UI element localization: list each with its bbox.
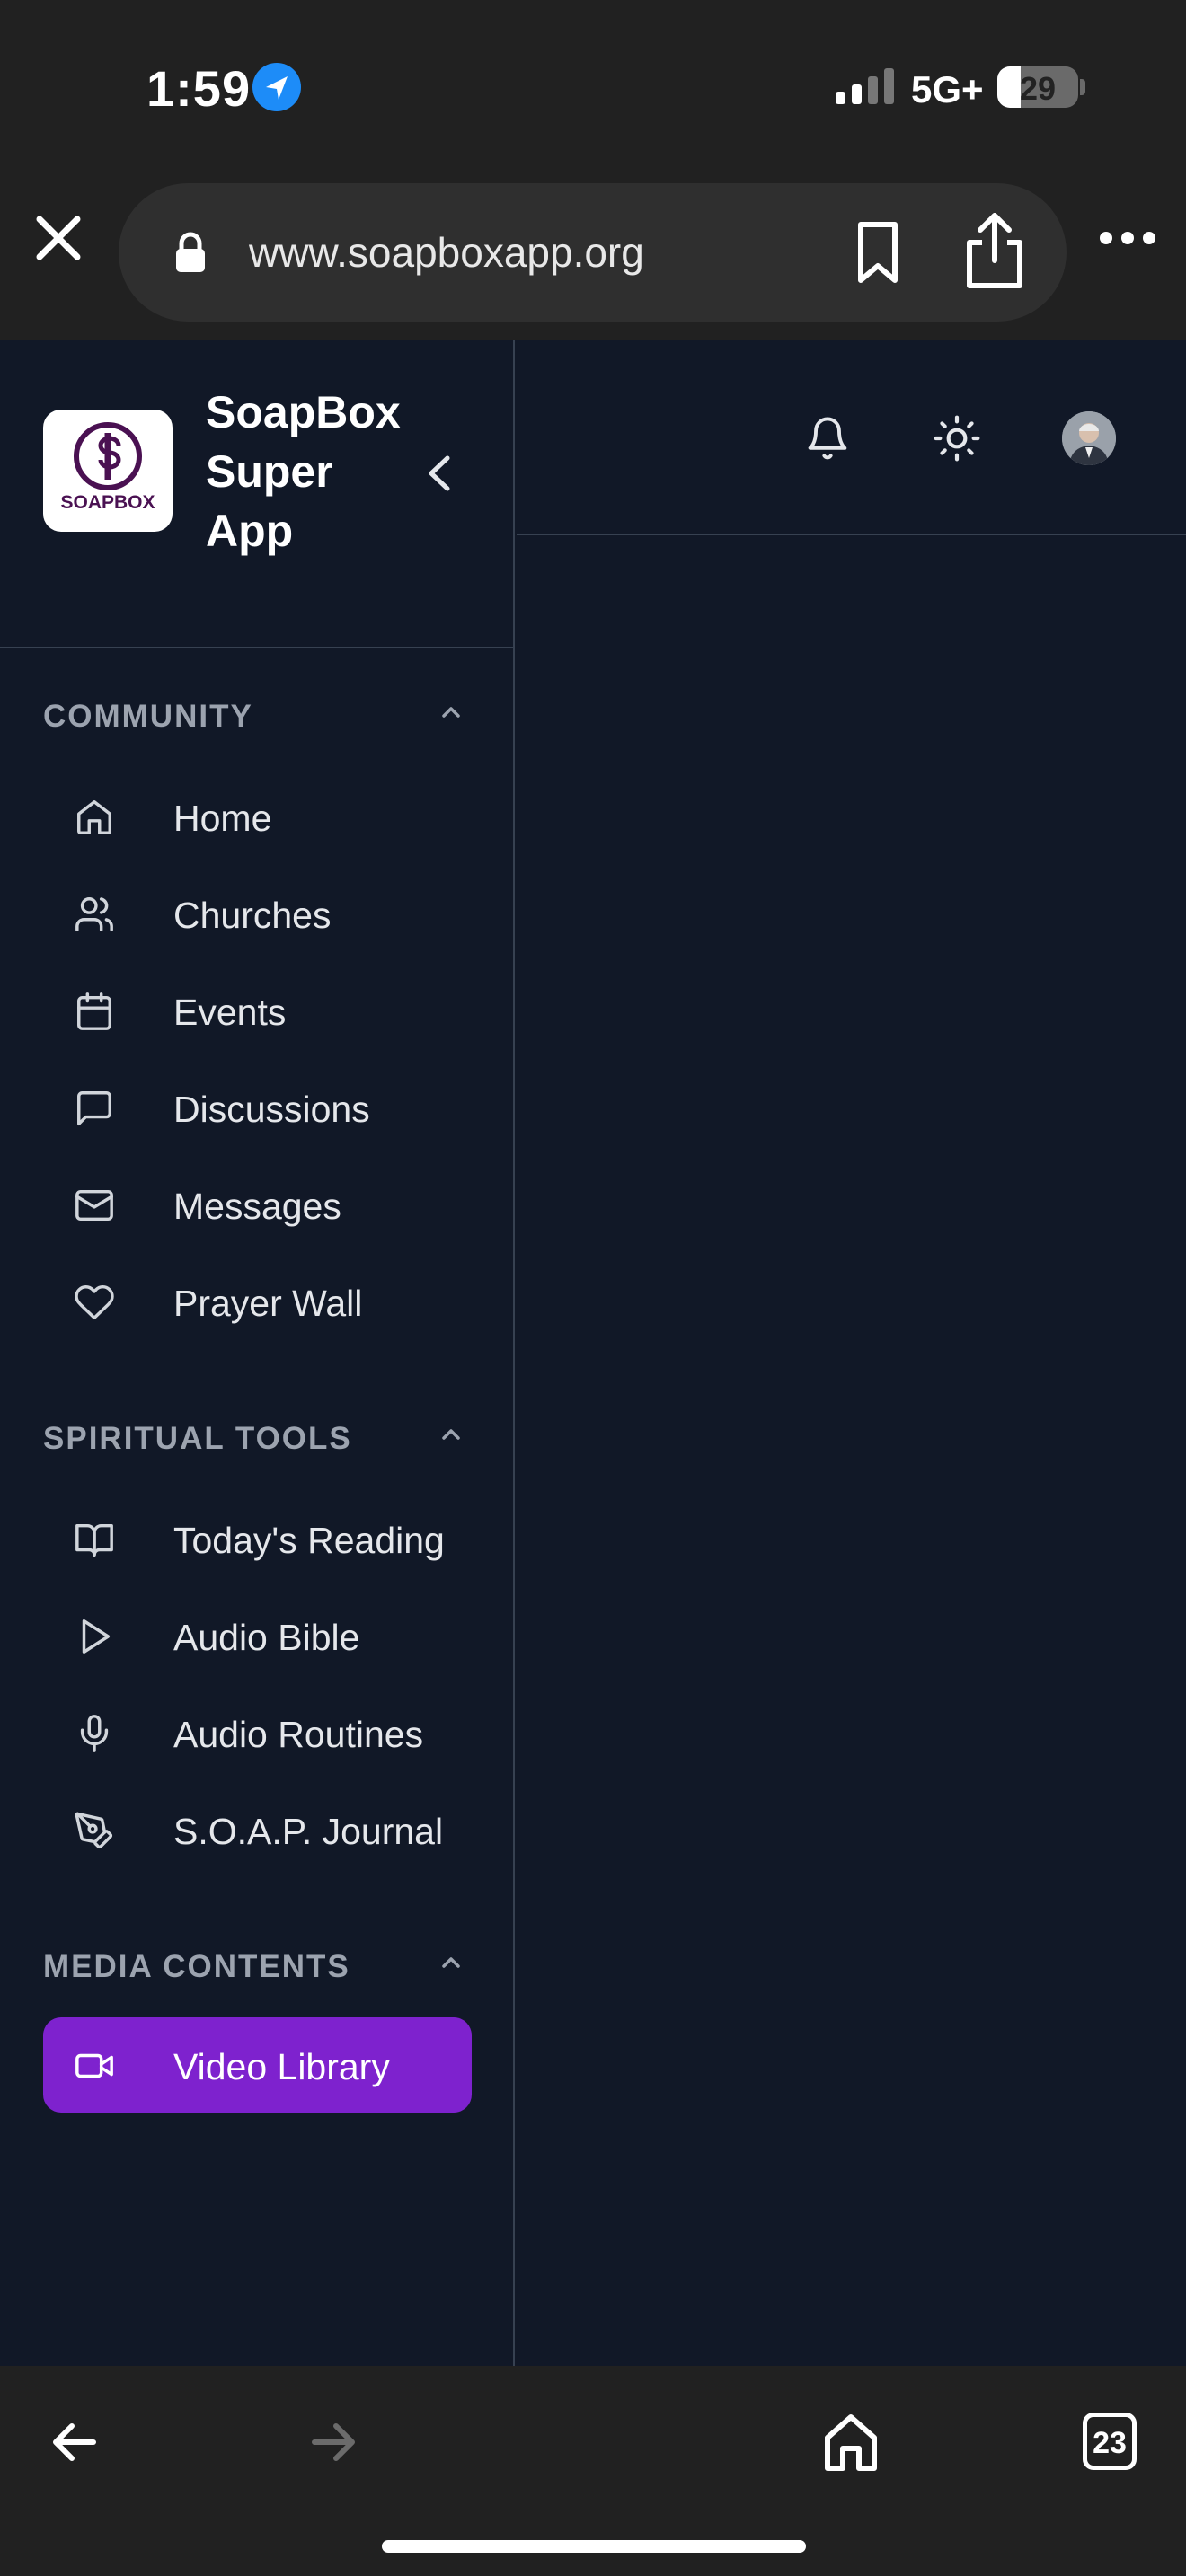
users-icon [74, 894, 115, 935]
mail-icon [74, 1185, 115, 1226]
sidebar: SOAPBOX SoapBox Super App COMMUNITY Home [0, 340, 515, 2366]
nav-label: Today's Reading [173, 1520, 445, 1561]
sidebar-item-soap-journal[interactable]: S.O.A.P. Journal [43, 1782, 472, 1877]
home-icon[interactable] [823, 2413, 879, 2472]
app-header [517, 340, 1186, 535]
nav-label: Audio Routines [173, 1714, 424, 1755]
video-camera-icon [74, 2045, 115, 2086]
notifications-bell-icon[interactable] [804, 413, 851, 463]
sidebar-item-audio-routines[interactable]: Audio Routines [43, 1685, 472, 1780]
sidebar-item-todays-reading[interactable]: Today's Reading [43, 1491, 472, 1586]
logo-text: SOAPBOX [60, 492, 155, 513]
address-bar[interactable]: www.soapboxapp.org [119, 183, 1067, 322]
chat-bubble-icon [74, 1088, 115, 1129]
nav-label: Discussions [173, 1089, 370, 1130]
chevron-up-icon[interactable] [438, 702, 464, 722]
app-title: SoapBox Super App [206, 387, 401, 556]
section-header-spiritual-tools[interactable]: SPIRITUAL TOOLS [43, 1408, 474, 1462]
battery-nub [1080, 79, 1085, 95]
calendar-icon [74, 991, 115, 1032]
nav-label: Events [173, 992, 287, 1033]
section-label: MEDIA CONTENTS [43, 1949, 350, 1984]
network-type: 5G+ [911, 68, 984, 110]
nav-label: Messages [173, 1186, 341, 1227]
back-arrow-icon[interactable] [49, 2420, 99, 2465]
forward-arrow-icon[interactable] [309, 2420, 359, 2465]
chevron-up-icon[interactable] [438, 1425, 464, 1444]
status-bar: 1:59 5G+ 29 [0, 0, 1186, 171]
sidebar-item-video-library[interactable]: Video Library [43, 2017, 472, 2113]
nav-label: S.O.A.P. Journal [173, 1811, 444, 1852]
pen-tool-icon [74, 1810, 115, 1851]
cellular-signal-icon [836, 68, 895, 104]
nav-label: Audio Bible [173, 1617, 360, 1658]
heart-icon [74, 1282, 115, 1323]
location-arrow-icon [252, 63, 301, 111]
play-icon [74, 1616, 115, 1657]
sidebar-item-prayer-wall[interactable]: Prayer Wall [43, 1254, 472, 1349]
section-label: COMMUNITY [43, 699, 253, 734]
lock-icon [173, 232, 208, 273]
battery-percentage: 29 [1019, 70, 1057, 107]
microphone-icon [74, 1713, 115, 1754]
book-open-icon [74, 1519, 115, 1560]
tab-count: 23 [1093, 2426, 1127, 2460]
sidebar-item-churches[interactable]: Churches [43, 866, 472, 961]
share-icon[interactable] [959, 210, 1031, 291]
main-content [517, 340, 1186, 2366]
close-icon[interactable] [29, 208, 88, 268]
tabs-button[interactable]: 23 [1083, 2413, 1137, 2470]
chevron-up-icon[interactable] [438, 1953, 464, 1972]
sidebar-item-home[interactable]: Home [43, 769, 472, 864]
sidebar-brand: SOAPBOX SoapBox Super App [0, 340, 515, 648]
url-text[interactable]: www.soapboxapp.org [249, 228, 644, 277]
nav-label: Prayer Wall [173, 1283, 363, 1324]
theme-toggle-sun-icon[interactable] [932, 413, 982, 463]
section-label: SPIRITUAL TOOLS [43, 1421, 352, 1456]
sidebar-item-events[interactable]: Events [43, 963, 472, 1058]
collapse-sidebar-chevron-icon[interactable] [422, 451, 456, 496]
sidebar-item-discussions[interactable]: Discussions [43, 1060, 472, 1155]
soapbox-logo[interactable]: SOAPBOX [43, 410, 173, 532]
nav-label: Churches [173, 895, 332, 936]
user-avatar[interactable] [1062, 411, 1116, 465]
battery-icon: 29 [997, 66, 1078, 108]
section-header-media-contents[interactable]: MEDIA CONTENTS [43, 1936, 474, 1990]
web-app: SOAPBOX SoapBox Super App COMMUNITY Home [0, 340, 1186, 2366]
nav-label: Video Library [173, 2046, 390, 2087]
section-header-community[interactable]: COMMUNITY [43, 686, 474, 740]
browser-bottom-toolbar: 23 [0, 2366, 1186, 2576]
status-time: 1:59 [146, 60, 252, 117]
logo-emblem-icon [74, 422, 142, 490]
browser-toolbar: www.soapboxapp.org [0, 171, 1186, 340]
nav-label: Home [173, 798, 272, 839]
home-indicator[interactable] [382, 2540, 806, 2553]
home-icon [74, 797, 115, 838]
sidebar-item-audio-bible[interactable]: Audio Bible [43, 1588, 472, 1683]
sidebar-item-messages[interactable]: Messages [43, 1157, 472, 1252]
bookmark-icon[interactable] [846, 219, 909, 286]
more-options-icon[interactable] [1098, 225, 1157, 251]
